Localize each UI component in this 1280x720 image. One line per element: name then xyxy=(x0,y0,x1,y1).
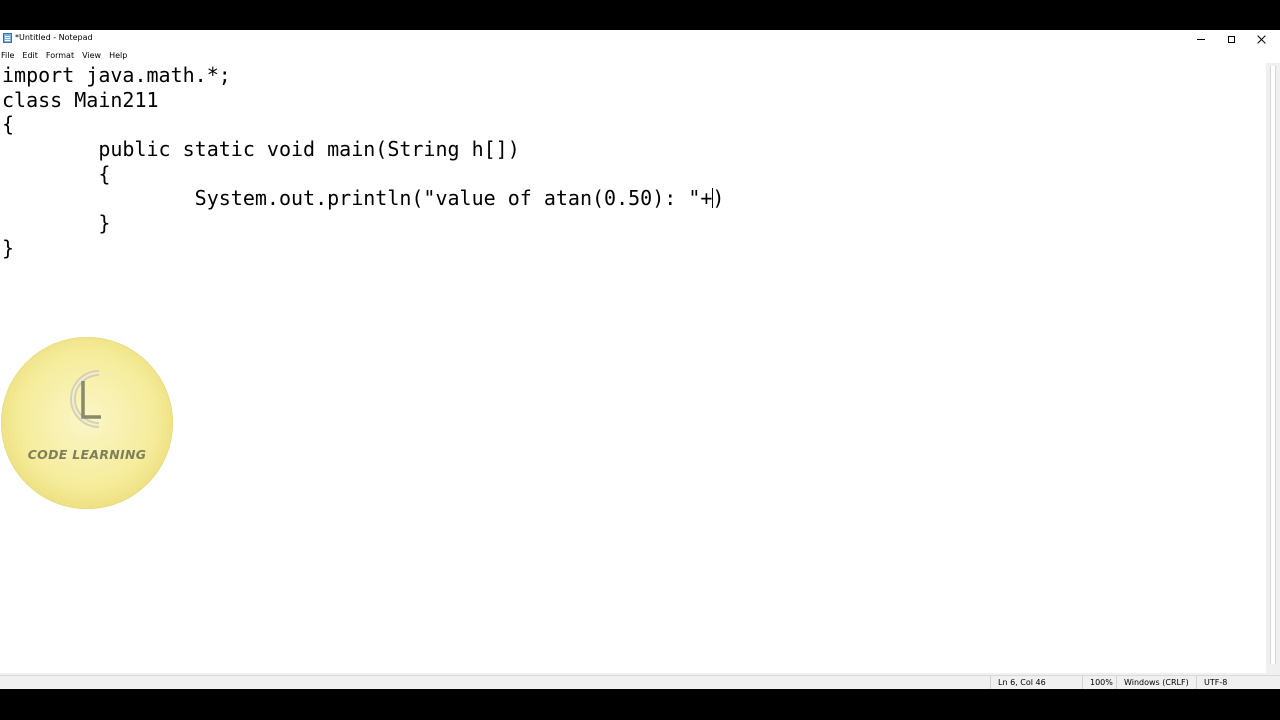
bottom-bar xyxy=(0,689,1280,720)
close-icon xyxy=(1257,35,1266,44)
screen: *Untitled - Notepad File Edit Format Vie… xyxy=(0,0,1280,720)
title-bar[interactable]: *Untitled - Notepad xyxy=(0,30,1280,48)
code-line: import java.math.*; xyxy=(2,63,231,87)
code-line: } xyxy=(2,235,15,260)
menu-bar: File Edit Format View Help xyxy=(0,49,1280,62)
code-line: { xyxy=(2,161,111,186)
code-learning-logo-icon xyxy=(70,370,101,428)
minimize-icon xyxy=(1197,38,1205,40)
cursor-position: Ln 6, Col 46 xyxy=(990,676,1082,689)
zoom-level: 100% xyxy=(1082,676,1116,689)
scrollbar-thumb[interactable] xyxy=(1270,66,1276,664)
close-button[interactable] xyxy=(1246,30,1276,48)
window-title: *Untitled - Notepad xyxy=(15,33,93,42)
notepad-window: *Untitled - Notepad File Edit Format Vie… xyxy=(0,30,1280,689)
code-line: class Main211 xyxy=(2,87,159,112)
code-line: public static void main(String h[]) xyxy=(2,137,520,162)
watermark-text: CODE LEARNING xyxy=(27,447,147,462)
code-line: { xyxy=(2,112,15,137)
code-text[interactable]: import java.math.*; class Main211 { publ… xyxy=(2,63,724,261)
status-bar: Ln 6, Col 46 100% Windows (CRLF) UTF-8 xyxy=(0,675,1280,689)
code-line-text: System.out.println("value of atan(0.50):… xyxy=(2,186,713,211)
vertical-scrollbar[interactable] xyxy=(1266,63,1280,673)
menu-format[interactable]: Format xyxy=(45,50,81,62)
line-ending: Windows (CRLF) xyxy=(1116,676,1196,689)
code-learning-watermark: CODE LEARNING xyxy=(1,337,173,509)
menu-view[interactable]: View xyxy=(81,50,108,62)
text-editor[interactable]: import java.math.*; class Main211 { publ… xyxy=(0,63,1266,673)
encoding: UTF-8 xyxy=(1196,676,1266,689)
menu-help[interactable]: Help xyxy=(108,50,134,62)
menu-edit[interactable]: Edit xyxy=(21,50,45,62)
minimize-button[interactable] xyxy=(1186,30,1216,48)
code-line: } xyxy=(2,211,111,236)
code-line-active: System.out.println("value of atan(0.50):… xyxy=(2,186,725,211)
maximize-icon xyxy=(1227,35,1235,43)
menu-file[interactable]: File xyxy=(0,50,21,62)
notepad-icon xyxy=(3,33,12,43)
maximize-button[interactable] xyxy=(1216,30,1246,48)
code-line-suffix: ) xyxy=(712,186,725,211)
